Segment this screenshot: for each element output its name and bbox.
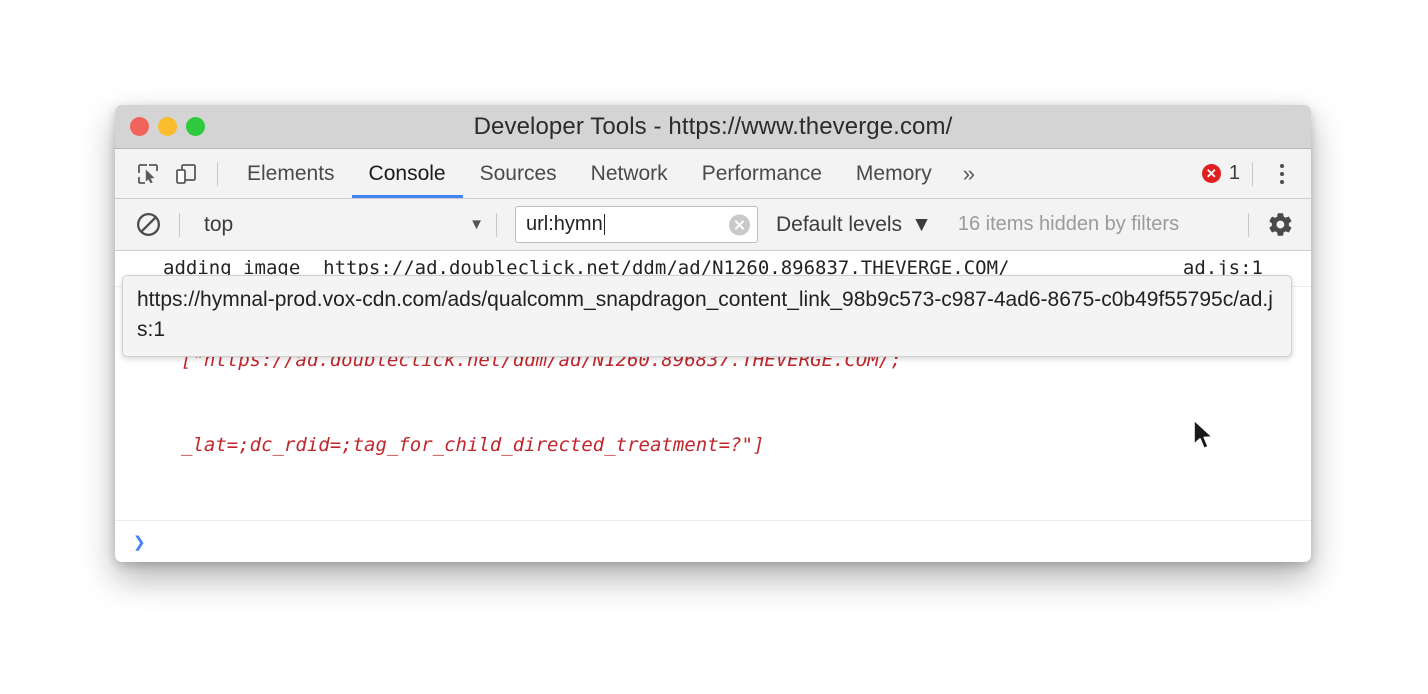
execution-context-label: top <box>204 212 234 236</box>
traffic-light-group <box>130 117 205 136</box>
clear-console-icon[interactable] <box>129 206 167 244</box>
window-title: Developer Tools - https://www.theverge.c… <box>473 112 953 140</box>
console-filter-input[interactable]: url:hymn <box>515 206 758 243</box>
console-settings-gear-icon[interactable] <box>1261 206 1299 244</box>
log-levels-label: Default levels <box>776 212 903 236</box>
inspect-element-icon[interactable] <box>129 155 167 193</box>
execution-context-selector[interactable]: top ▼ <box>192 213 484 237</box>
chevron-down-icon: ▼ <box>911 212 932 236</box>
devtools-tabstrip: Elements Console Sources Network Perform… <box>115 149 1311 199</box>
error-count-label: 1 <box>1228 162 1240 184</box>
error-circle-icon: ✕ <box>1201 164 1221 183</box>
tab-performance[interactable]: Performance <box>685 149 839 198</box>
tab-network[interactable]: Network <box>574 149 685 198</box>
minimize-window-button[interactable] <box>158 117 177 136</box>
tab-console[interactable]: Console <box>351 149 463 198</box>
console-toolbar-divider-3 <box>1248 212 1249 237</box>
console-filter-value: url:hymn <box>526 213 603 235</box>
hidden-items-notice[interactable]: 16 items hidden by filters <box>958 213 1179 236</box>
console-message-list: adding image https://ad.doubleclick.net/… <box>115 251 1311 562</box>
chevron-down-icon: ▼ <box>469 216 484 233</box>
error-count-badge[interactable]: ✕ 1 <box>1201 162 1240 185</box>
tabstrip-right-group: ✕ 1 <box>1201 157 1311 191</box>
close-window-button[interactable] <box>130 117 149 136</box>
console-toolbar-divider-2 <box>496 212 497 237</box>
tab-memory[interactable]: Memory <box>839 149 949 198</box>
console-prompt-row[interactable]: ❯ <box>115 521 1311 554</box>
toolbar-divider <box>217 161 218 186</box>
log-levels-dropdown[interactable]: Default levels ▼ <box>776 213 932 237</box>
console-error-line-2: _lat=;dc_rdid=;tag_for_child_directed_tr… <box>181 434 765 456</box>
tabstrip-right-divider <box>1252 161 1253 186</box>
text-caret <box>603 214 606 235</box>
devtools-window: Developer Tools - https://www.theverge.c… <box>115 105 1311 562</box>
link-url-tooltip: https://hymnal-prod.vox-cdn.com/ads/qual… <box>122 275 1292 357</box>
console-toolbar-right <box>1236 206 1299 244</box>
tab-sources[interactable]: Sources <box>463 149 574 198</box>
console-toolbar-divider-1 <box>179 212 180 237</box>
tab-elements[interactable]: Elements <box>230 149 352 198</box>
prompt-chevron-icon: ❯ <box>133 530 146 554</box>
device-toolbar-icon[interactable] <box>167 155 205 193</box>
more-tabs-chevron-icon[interactable]: » <box>949 149 989 198</box>
panel-tabs: Elements Console Sources Network Perform… <box>230 149 989 198</box>
window-titlebar: Developer Tools - https://www.theverge.c… <box>115 105 1311 149</box>
console-toolbar: top ▼ url:hymn Default levels ▼ 16 items… <box>115 199 1311 251</box>
devtools-main-menu-kebab-icon[interactable] <box>1265 157 1299 191</box>
clear-filter-icon[interactable] <box>729 214 750 235</box>
maximize-window-button[interactable] <box>186 117 205 136</box>
